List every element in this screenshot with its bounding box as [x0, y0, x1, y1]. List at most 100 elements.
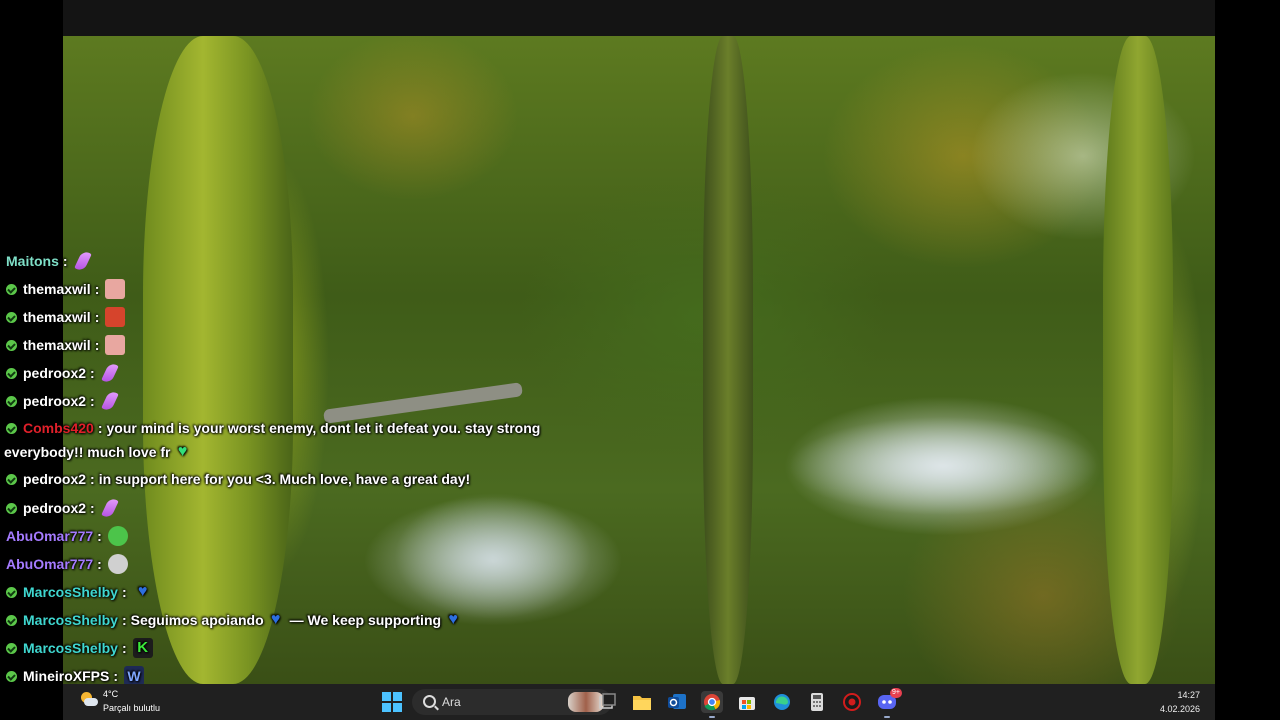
- chat-separator: :: [62, 253, 68, 269]
- chat-message: pedroox2: in support here for you <3. Muc…: [6, 470, 470, 488]
- verified-badge-icon: [6, 367, 17, 379]
- verified-badge-icon: [6, 339, 17, 351]
- pig-emote: [105, 279, 126, 299]
- chat-separator: :: [97, 556, 102, 572]
- chat-separator: :: [121, 612, 127, 628]
- w-emote: W: [124, 666, 145, 686]
- chat-text: Seguimos apoiando: [130, 612, 264, 628]
- red-app-icon[interactable]: [841, 691, 863, 713]
- chat-username[interactable]: pedroox2: [23, 364, 86, 382]
- chat-message: MineiroXFPS: W: [6, 666, 145, 686]
- blue-heart-emote: ♥: [448, 611, 458, 628]
- clock-date: 4.02.2026: [1159, 704, 1200, 714]
- chat-text: in support here for you <3. Much love, h…: [98, 471, 471, 487]
- chat-username[interactable]: pedroox2: [23, 392, 86, 410]
- feather-emote: [100, 361, 119, 385]
- feather-emote: [100, 389, 119, 413]
- verified-badge-icon: [6, 311, 17, 323]
- feather-emote: [73, 249, 92, 273]
- search-icon: [423, 695, 436, 708]
- feather-emote: [100, 496, 119, 520]
- weather-description: Parçalı bulutlu: [103, 703, 161, 713]
- chat-separator: :: [97, 420, 103, 436]
- k-emote: K: [132, 638, 153, 658]
- frog-emote: [107, 526, 128, 546]
- chat-separator: :: [121, 584, 127, 600]
- chat-message: themaxwil:: [6, 279, 126, 299]
- chat-username[interactable]: themaxwil: [23, 336, 91, 354]
- chat-username[interactable]: Maitons: [6, 252, 59, 270]
- mossy-trunk-center: [703, 36, 753, 684]
- chat-username[interactable]: pedroox2: [23, 470, 86, 488]
- taskbar: 4°C Parçalı bulutlu Ara 9+ 14:27 4.02.20…: [63, 684, 1215, 720]
- chat-username[interactable]: MarcosShelby: [23, 611, 118, 629]
- chat-message: themaxwil:: [6, 335, 126, 355]
- verified-badge-icon: [6, 586, 17, 598]
- chat-text: your mind is your worst enemy, dont let …: [106, 420, 541, 436]
- chat-message: Combs420: your mind is your worst enemy, …: [6, 419, 540, 437]
- chat-message: pedroox2:: [6, 389, 119, 413]
- search-placeholder: Ara: [442, 695, 461, 709]
- chat-message: MarcosShelby: Seguimos apoiando ♥ — We keep…: [6, 610, 463, 630]
- chat-separator: :: [121, 640, 127, 656]
- verified-badge-icon: [6, 614, 17, 626]
- green-heart-emote: ♥: [177, 443, 188, 460]
- chat-username[interactable]: AbuOmar777: [6, 555, 93, 573]
- chat-separator: :: [90, 365, 95, 381]
- clock-time: 14:27: [1177, 690, 1200, 700]
- chrome-icon[interactable]: [701, 691, 723, 718]
- microsoft-store-icon[interactable]: [736, 691, 758, 713]
- verified-badge-icon: [6, 283, 17, 295]
- angry-emote: [105, 307, 126, 327]
- outlook-icon[interactable]: [666, 691, 688, 713]
- chat-text: — We keep supporting: [289, 612, 442, 628]
- chat-username[interactable]: MarcosShelby: [23, 639, 118, 657]
- chat-message: pedroox2:: [6, 496, 119, 520]
- weather-temp: 4°C: [103, 689, 119, 699]
- chat-separator: :: [94, 337, 100, 353]
- file-explorer-icon[interactable]: [631, 691, 653, 713]
- weather-icon: [79, 692, 98, 708]
- verified-badge-icon: [6, 642, 17, 654]
- chat-username[interactable]: pedroox2: [23, 499, 86, 517]
- windows-start-icon[interactable]: [381, 691, 403, 713]
- calculator-icon[interactable]: [806, 691, 828, 713]
- chat-username[interactable]: themaxwil: [23, 308, 91, 326]
- verified-badge-icon: [6, 502, 17, 514]
- chat-username[interactable]: AbuOmar777: [6, 527, 93, 545]
- chat-separator: :: [94, 281, 100, 297]
- chat-message: themaxwil:: [6, 307, 126, 327]
- chat-message: AbuOmar777:: [6, 554, 128, 574]
- chat-message: MarcosShelby: K: [6, 638, 153, 658]
- chat-overlay: Maitons: themaxwil: themaxwil: themaxwil: pe…: [0, 0, 600, 686]
- discord-icon[interactable]: 9+: [876, 688, 902, 718]
- chat-separator: :: [90, 393, 95, 409]
- chat-username[interactable]: Combs420: [23, 419, 94, 437]
- chat-message: pedroox2:: [6, 361, 119, 385]
- chat-message-continuation: everybody!! much love fr ♥: [4, 442, 193, 462]
- verified-badge-icon: [6, 395, 17, 407]
- pig-emote: [105, 335, 126, 355]
- chat-separator: :: [94, 309, 100, 325]
- chat-message: AbuOmar777:: [6, 526, 128, 546]
- chat-username[interactable]: MarcosShelby: [23, 583, 118, 601]
- task-view-icon[interactable]: [596, 691, 618, 713]
- blue-heart-emote: ♥: [137, 583, 148, 600]
- verified-badge-icon: [6, 422, 17, 434]
- chat-separator: :: [90, 500, 95, 516]
- chat-separator: :: [113, 668, 119, 684]
- system-clock[interactable]: 14:27 4.02.2026: [1160, 688, 1200, 716]
- chat-message: MarcosShelby: ♥: [6, 582, 153, 602]
- chat-text: everybody!! much love fr: [4, 444, 171, 460]
- chat-username[interactable]: MineiroXFPS: [23, 667, 109, 685]
- chat-message: Maitons:: [6, 249, 92, 273]
- blue-heart-emote: ♥: [270, 611, 281, 628]
- chat-username[interactable]: themaxwil: [23, 280, 91, 298]
- taskbar-search[interactable]: Ara: [412, 689, 612, 715]
- skull-emote: [107, 554, 128, 574]
- discord-notification-badge: 9+: [890, 688, 902, 698]
- edge-icon[interactable]: [771, 691, 793, 713]
- stream: [783, 396, 1103, 536]
- chat-separator: :: [90, 471, 95, 487]
- mossy-trunk-right: [1103, 36, 1173, 684]
